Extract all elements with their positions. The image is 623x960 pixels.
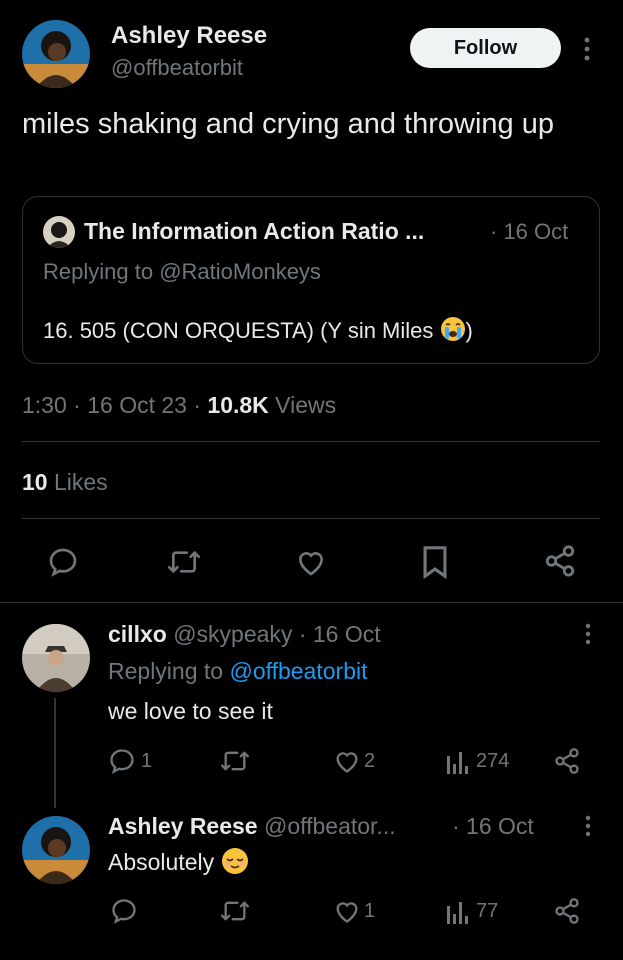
share-icon[interactable] [543, 544, 577, 578]
likes-count: 10 [22, 469, 48, 495]
relieved-face-emoji [221, 847, 249, 881]
thread-line [54, 698, 56, 808]
reply-author-name[interactable]: cillxo [108, 621, 167, 647]
views-count: 77 [476, 900, 499, 922]
reply-date[interactable]: · 16 Oct [452, 813, 534, 840]
more-options-icon[interactable] [583, 622, 593, 646]
reply-replying-prefix: Replying to [108, 658, 224, 684]
retweet-icon[interactable] [219, 897, 251, 925]
reply-date[interactable]: · 16 Oct [299, 621, 381, 647]
reply-avatar[interactable] [22, 816, 90, 884]
author-name[interactable]: Ashley Reese [111, 22, 267, 50]
reply-icon[interactable] [110, 897, 138, 925]
reply-author-handle[interactable]: @offbeator... [264, 813, 396, 839]
divider [22, 518, 600, 519]
like-icon[interactable] [332, 747, 362, 775]
likes-stat[interactable]: 10 Likes [22, 469, 108, 496]
more-options-icon[interactable] [582, 36, 592, 62]
quoted-tweet-text: 16. 505 (CON ORQUESTA) (Y sin Miles [43, 318, 434, 343]
reply-header: Ashley Reese @offbeator... [108, 813, 396, 840]
reply-replying-line: Replying to @offbeatorbit [108, 658, 367, 685]
quoted-tweet-text-end: ) [465, 318, 473, 343]
reply-text-line: Absolutely [108, 847, 249, 881]
views-count: 10.8K [207, 392, 269, 418]
quoted-replying-handle: @RatioMonkeys [159, 259, 321, 284]
author-handle[interactable]: @offbeatorbit [111, 55, 243, 81]
retweet-icon[interactable] [219, 747, 251, 775]
bookmark-icon[interactable] [420, 545, 450, 579]
follow-button[interactable]: Follow [410, 28, 561, 68]
tweet-text: miles shaking and crying and throwing up [22, 108, 554, 140]
tweet-time[interactable]: 1:30 [22, 392, 67, 418]
share-icon[interactable] [553, 897, 581, 925]
like-icon[interactable] [332, 897, 362, 925]
tweet-date[interactable]: 16 Oct 23 [87, 392, 187, 418]
like-count: 2 [364, 750, 376, 772]
divider [22, 441, 600, 442]
reply-avatar[interactable] [22, 624, 90, 692]
reply-replying-handle[interactable]: @offbeatorbit [229, 658, 367, 684]
views-icon[interactable] [446, 748, 468, 774]
quoted-author-name: The Information Action Ratio ... [84, 218, 425, 244]
share-icon[interactable] [553, 747, 581, 775]
retweet-icon[interactable] [166, 546, 202, 578]
divider [0, 602, 623, 603]
views-label: Views [275, 392, 337, 418]
reply-header: cillxo @skypeaky · 16 Oct [108, 621, 381, 648]
likes-label: Likes [53, 469, 108, 495]
quoted-date: · 16 Oct [490, 219, 569, 244]
author-avatar[interactable] [22, 20, 90, 88]
quoted-tweet-text-line: 16. 505 (CON ORQUESTA) (Y sin Miles ) [43, 316, 473, 348]
reply-icon[interactable] [47, 546, 79, 578]
reply-icon[interactable] [108, 747, 136, 775]
views-icon[interactable] [446, 898, 468, 924]
tweet-meta: 1:30 · 16 Oct 23 · 10.8K Views [22, 392, 337, 418]
reply-author-handle[interactable]: @skypeaky [173, 621, 292, 647]
like-icon[interactable] [294, 546, 328, 578]
quoted-replying-prefix: Replying to [43, 259, 154, 284]
reply-text: Absolutely [108, 849, 215, 875]
reply-text: we love to see it [108, 698, 273, 724]
quoted-author-avatar [43, 216, 75, 248]
crying-face-emoji [440, 316, 466, 348]
quoted-replying-line: Replying to @RatioMonkeys [43, 259, 321, 285]
like-count: 1 [364, 900, 376, 922]
more-options-icon[interactable] [583, 814, 593, 838]
reply-author-name[interactable]: Ashley Reese [108, 813, 258, 839]
views-count: 274 [476, 750, 510, 772]
reply-count: 1 [141, 750, 153, 772]
